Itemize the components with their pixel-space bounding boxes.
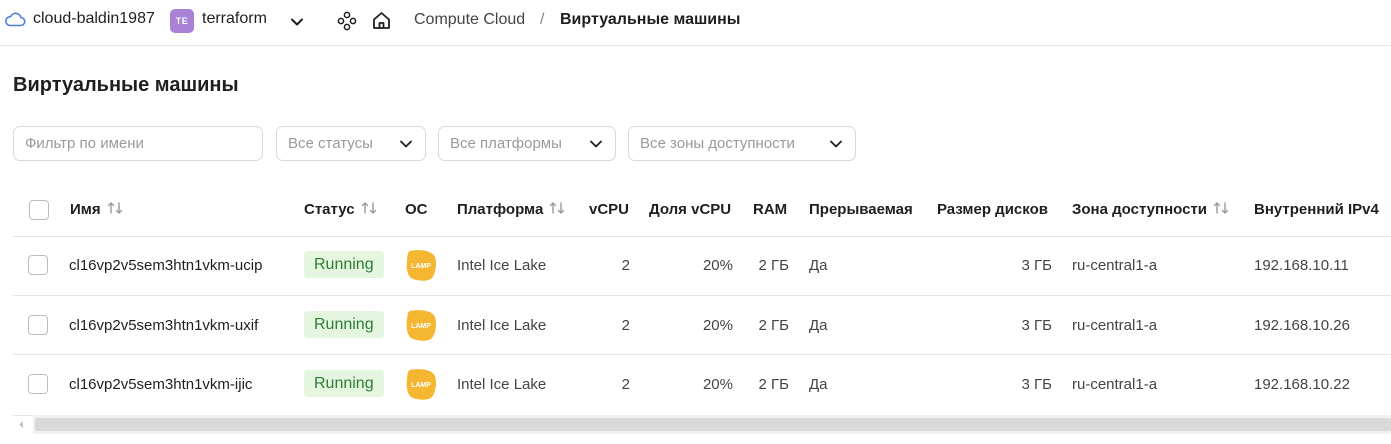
preemptible-cell: Да [809,257,828,274]
table-row[interactable]: cl16vp2v5sem3htn1vkm-uxif Running LAMP I… [13,296,1391,355]
platform-cell: Intel Ice Lake [457,376,547,393]
sort-icon [1213,202,1229,214]
column-header-preemptible: Прерываемая [809,201,913,218]
column-header-name[interactable]: Имя [70,201,123,218]
column-header-vcpu-share: Доля vCPU [649,201,732,218]
chevron-down-icon [830,140,842,148]
svg-text:LAMP: LAMP [411,263,431,270]
zone-filter-select[interactable]: Все зоны доступности [628,126,856,161]
vcpu-cell: 2 [621,317,630,334]
breadcrumb-service[interactable]: Compute Cloud [414,11,525,29]
table-header: Имя Статус ОС Платформа vCPU Доля vCPU R… [13,178,1391,237]
status-badge: Running [304,370,384,397]
cloud-name[interactable]: cloud-baldin1987 [33,10,155,28]
select-all-checkbox[interactable] [29,200,49,220]
sort-icon [361,202,376,214]
home-icon[interactable] [371,10,392,31]
platform-filter-select[interactable]: Все платформы [438,126,616,161]
svg-text:LAMP: LAMP [411,382,431,389]
scrollbar-thumb[interactable] [35,418,1391,431]
ram-cell: 2 ГБ [758,257,789,274]
status-filter-label: Все статусы [288,135,373,152]
ipv4-cell: 192.168.10.22 [1254,376,1350,393]
row-checkbox[interactable] [28,315,48,335]
lamp-os-icon: LAMP [406,310,436,341]
platform-filter-label: Все платформы [450,135,562,152]
disk-size-cell: 3 ГБ [1021,376,1052,393]
page-title: Виртуальные машины [13,74,239,96]
column-header-os: ОС [405,201,428,218]
vm-name-link[interactable]: cl16vp2v5sem3htn1vkm-uxif [69,317,258,334]
ipv4-cell: 192.168.10.11 [1254,257,1349,274]
column-header-platform[interactable]: Платформа [457,201,565,218]
row-checkbox[interactable] [28,255,48,275]
name-filter[interactable] [13,126,263,161]
vm-name-link[interactable]: cl16vp2v5sem3htn1vkm-ucip [69,257,262,274]
vcpu-share-cell: 20% [702,317,733,334]
ram-cell: 2 ГБ [758,376,789,393]
disk-size-cell: 3 ГБ [1021,317,1052,334]
platform-cell: Intel Ice Lake [457,317,547,334]
column-header-vcpu: vCPU [589,201,630,218]
zone-cell: ru-central1-a [1072,257,1158,274]
status-filter-select[interactable]: Все статусы [276,126,426,161]
vm-name-link[interactable]: cl16vp2v5sem3htn1vkm-ijic [69,376,252,393]
cloud-icon [5,12,26,27]
vcpu-share-cell: 20% [702,376,733,393]
breadcrumb-current: Виртуальные машины [560,11,741,28]
column-header-ram: RAM [753,201,788,218]
horizontal-scrollbar[interactable] [13,415,1391,434]
sort-icon [107,202,122,214]
chevron-down-icon [590,140,602,148]
vcpu-share-cell: 20% [702,257,733,274]
platform-cell: Intel Ice Lake [457,257,547,274]
table-row[interactable]: cl16vp2v5sem3htn1vkm-ucip Running LAMP I… [13,236,1391,296]
lamp-os-icon: LAMP [406,369,436,400]
ram-cell: 2 ГБ [758,317,789,334]
column-header-disk-size: Размер дисков [937,201,1048,218]
chevron-down-icon [400,140,412,148]
preemptible-cell: Да [809,317,828,334]
zone-cell: ru-central1-a [1072,376,1158,393]
folder-name[interactable]: terraform [202,10,267,28]
sort-icon [550,202,565,214]
disk-size-cell: 3 ГБ [1021,257,1052,274]
name-filter-input[interactable] [14,127,262,160]
breadcrumb-separator: / [540,11,545,28]
top-bar: cloud-baldin1987 TE terraform Compute Cl… [0,0,1391,46]
folder-badge: TE [170,9,194,33]
status-badge: Running [304,251,384,278]
svg-text:LAMP: LAMP [411,323,431,330]
column-header-ipv4: Внутренний IPv4 [1254,201,1379,218]
vcpu-cell: 2 [621,257,630,274]
zone-filter-label: Все зоны доступности [640,135,795,152]
row-checkbox[interactable] [28,374,48,394]
column-header-zone[interactable]: Зона доступности [1072,201,1229,218]
ipv4-cell: 192.168.10.26 [1254,317,1350,334]
lamp-os-icon: LAMP [406,250,436,281]
preemptible-cell: Да [809,376,828,393]
column-header-status[interactable]: Статус [304,201,377,218]
table-row[interactable]: cl16vp2v5sem3htn1vkm-ijic Running LAMP I… [13,355,1391,416]
services-icon[interactable] [337,11,357,31]
zone-cell: ru-central1-a [1072,317,1158,334]
scroll-left-arrow-icon[interactable] [17,420,25,429]
status-badge: Running [304,311,384,338]
vcpu-cell: 2 [621,376,630,393]
chevron-down-icon[interactable] [289,14,305,30]
